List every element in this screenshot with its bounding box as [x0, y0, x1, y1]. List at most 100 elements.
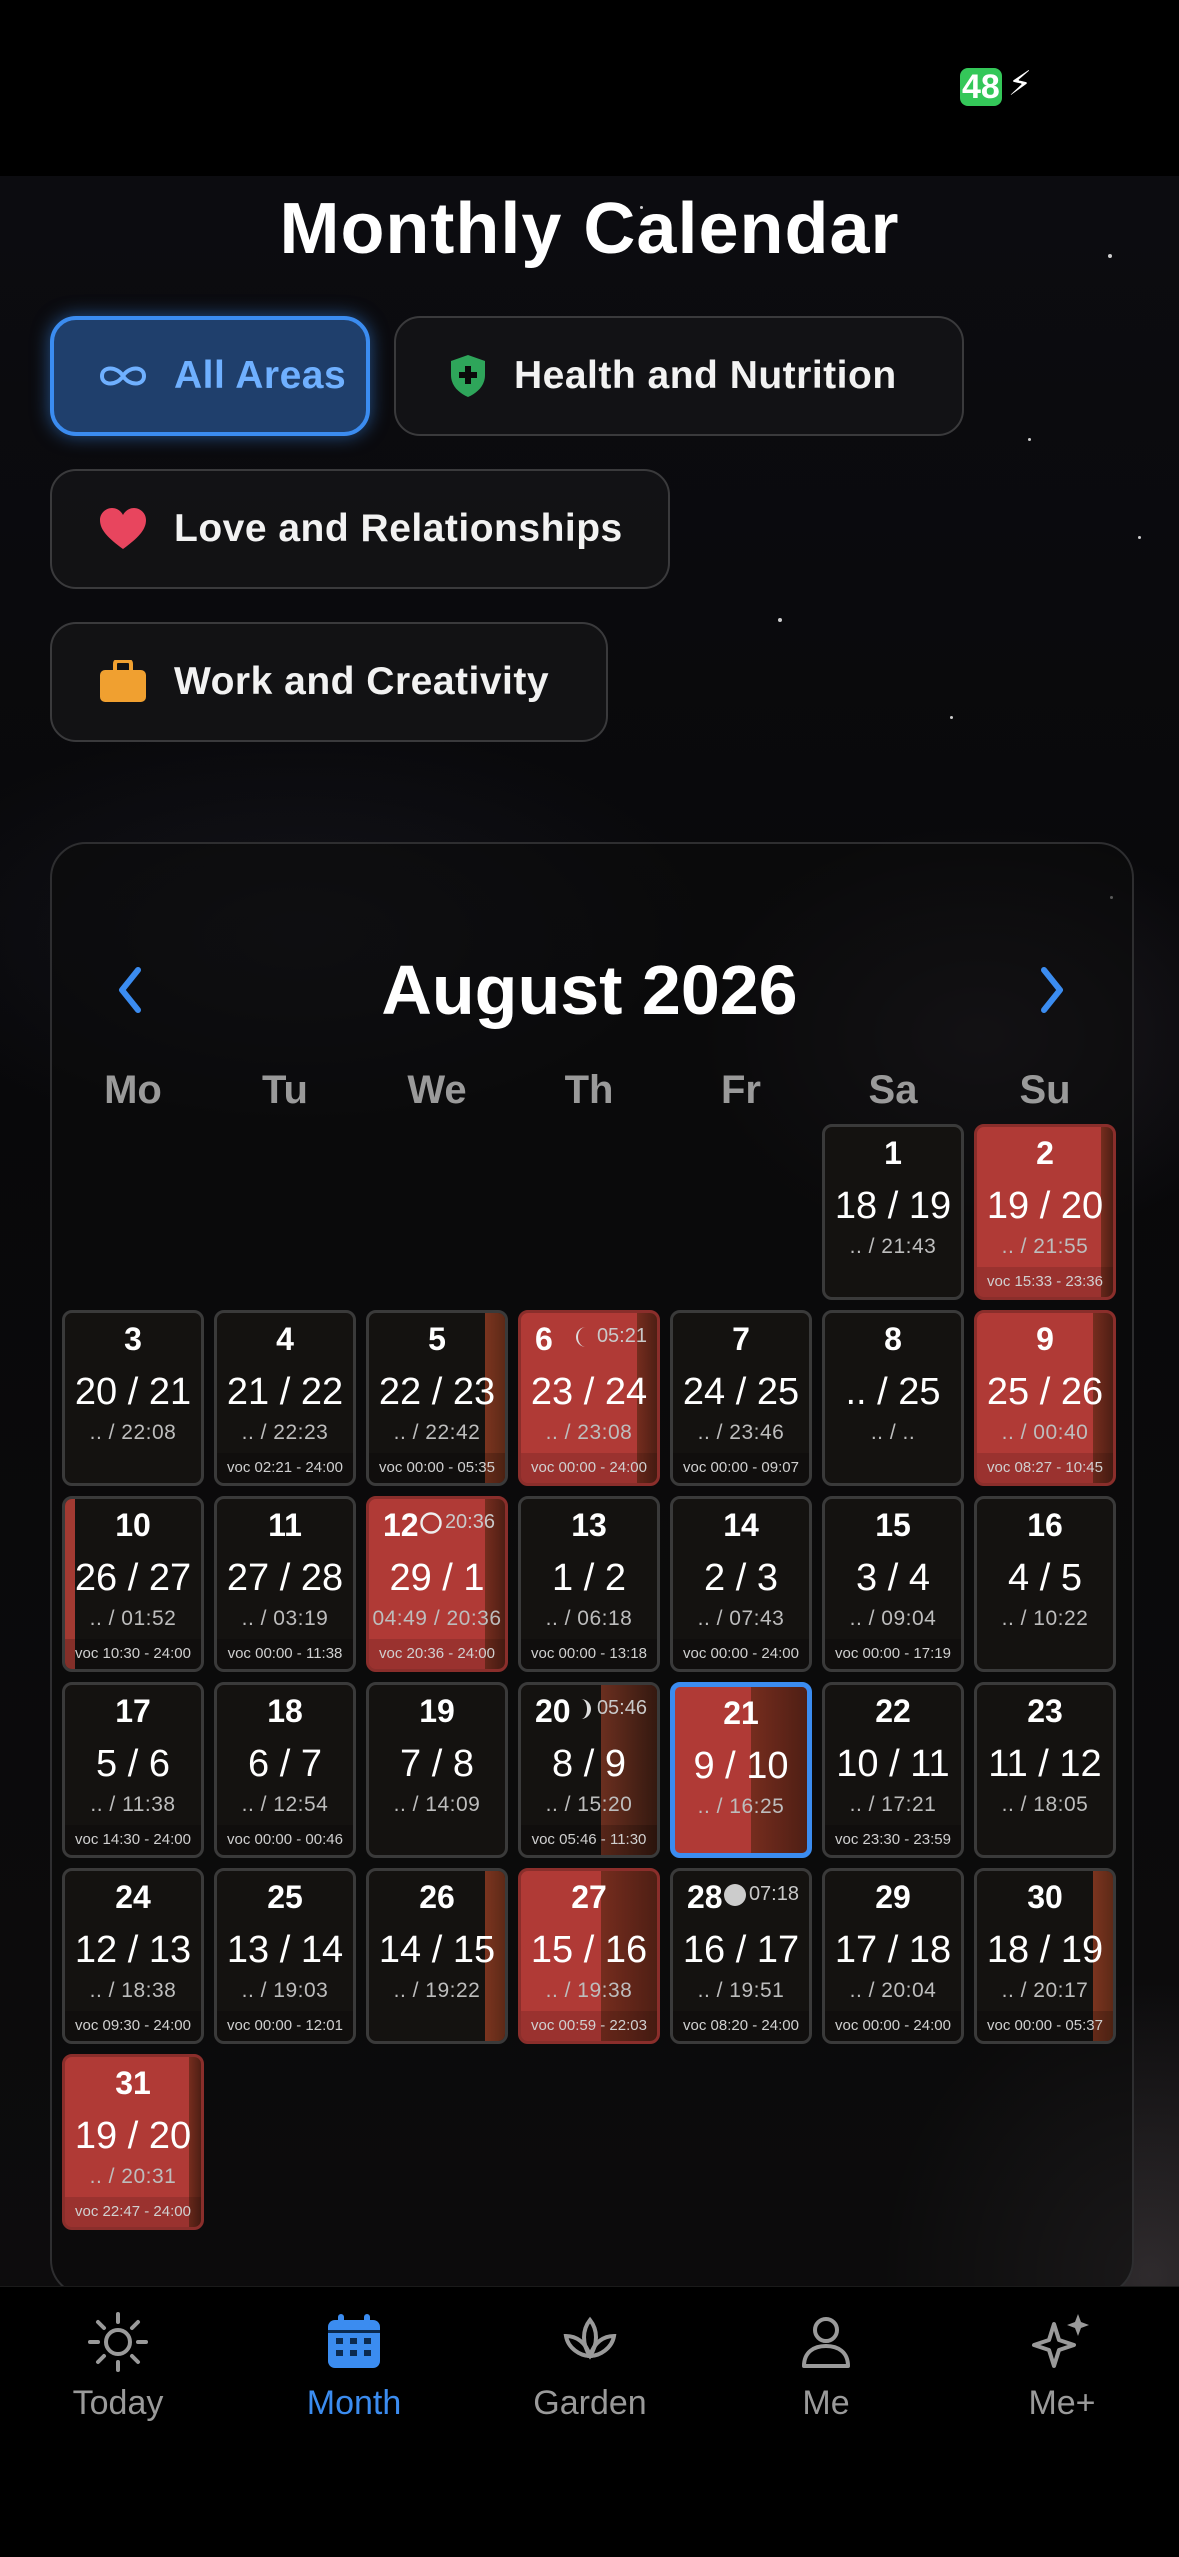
lunar-day-times: .. / 19:51	[697, 1979, 785, 2002]
day-number: 3	[124, 1321, 142, 1357]
day-cell-8[interactable]: 8 .. / 25 .. / ..	[822, 1310, 964, 1486]
void-of-course: voc 00:00 - 05:35	[369, 1453, 505, 1483]
lunar-day-times: .. / 19:03	[241, 1979, 329, 2002]
lunar-days: 25 / 26	[986, 1371, 1104, 1413]
filter-label: All Areas	[174, 354, 347, 397]
tab-today[interactable]: Today	[18, 2310, 218, 2423]
day-cell-23[interactable]: 23 11 / 12 .. / 18:05	[974, 1682, 1116, 1858]
void-of-course: voc 00:00 - 05:37	[977, 2011, 1113, 2041]
day-number: 8	[884, 1321, 902, 1357]
day-cell-6[interactable]: 6 05:21 23 / 24 .. / 23:08 voc 00:00 - 24:00	[518, 1310, 660, 1486]
lunar-day-times: .. / 23:46	[697, 1421, 785, 1444]
day-cell-27[interactable]: 27 15 / 16 .. / 19:38 voc 00:59 - 22:03	[518, 1868, 660, 2044]
tab-me-plus[interactable]: Me+	[962, 2310, 1162, 2423]
lunar-day-times: .. / 16:25	[697, 1795, 785, 1818]
day-number: 14	[723, 1507, 759, 1543]
day-number: 7	[732, 1321, 750, 1357]
day-cell-22[interactable]: 22 10 / 11 .. / 17:21 voc 23:30 - 23:59	[822, 1682, 964, 1858]
day-cell-31[interactable]: 31 19 / 20 .. / 20:31 voc 22:47 - 24:00	[62, 2054, 204, 2230]
day-number: 13	[571, 1507, 607, 1543]
void-of-course: voc 20:36 - 24:00	[369, 1639, 505, 1669]
infinity-icon	[98, 362, 148, 390]
lunar-day-times: .. / 23:08	[545, 1421, 633, 1444]
tab-month[interactable]: Month	[254, 2310, 454, 2423]
day-cell-14[interactable]: 14 2 / 3 .. / 07:43 voc 00:00 - 24:00	[670, 1496, 812, 1672]
day-cell-28[interactable]: 28 07:18 16 / 17 .. / 19:51 voc 08:20 - 24:0…	[670, 1868, 812, 2044]
day-cell-16[interactable]: 16 4 / 5 .. / 10:22	[974, 1496, 1116, 1672]
day-cell-5[interactable]: 5 22 / 23 .. / 22:42 voc 00:00 - 05:35	[366, 1310, 508, 1486]
day-number: 29	[875, 1879, 911, 1915]
day-cell-2[interactable]: 2 19 / 20 .. / 21:55 voc 15:33 - 23:36	[974, 1124, 1116, 1300]
day-cell-15[interactable]: 15 3 / 4 .. / 09:04 voc 00:00 - 17:19	[822, 1496, 964, 1672]
lunar-days: 19 / 20	[74, 2115, 192, 2157]
lunar-days: 5 / 6	[96, 1743, 170, 1785]
lunar-days: 18 / 19	[986, 1929, 1104, 1971]
day-cell-3[interactable]: 3 20 / 21 .. / 22:08	[62, 1310, 204, 1486]
void-of-course: voc 14:30 - 24:00	[65, 1825, 201, 1855]
lunar-day-times: .. / 12:54	[241, 1793, 329, 1816]
lunar-day-times: .. / 22:42	[393, 1421, 481, 1444]
void-of-course: voc 00:00 - 00:46	[217, 1825, 353, 1855]
void-of-course: voc 00:00 - 13:18	[521, 1639, 657, 1669]
day-cell-11[interactable]: 11 27 / 28 .. / 03:19 voc 00:00 - 11:38	[214, 1496, 356, 1672]
day-cell-7[interactable]: 7 24 / 25 .. / 23:46 voc 00:00 - 09:07	[670, 1310, 812, 1486]
tab-label: Me+	[1028, 2384, 1096, 2422]
day-cell-9[interactable]: 9 25 / 26 .. / 00:40 voc 08:27 - 10:45	[974, 1310, 1116, 1486]
void-of-course: voc 00:00 - 12:01	[217, 2011, 353, 2041]
next-month-button[interactable]	[1032, 962, 1072, 1018]
day-cell-30[interactable]: 30 18 / 19 .. / 20:17 voc 00:00 - 05:37	[974, 1868, 1116, 2044]
day-cell-26[interactable]: 26 14 / 15 .. / 19:22	[366, 1868, 508, 2044]
lunar-days: .. / 25	[845, 1371, 941, 1413]
lunar-day-times: .. / 22:08	[89, 1421, 177, 1444]
day-cell-13[interactable]: 13 1 / 2 .. / 06:18 voc 00:00 - 13:18	[518, 1496, 660, 1672]
tab-me[interactable]: Me	[726, 2310, 926, 2423]
day-cell-19[interactable]: 19 7 / 8 .. / 14:09	[366, 1682, 508, 1858]
weekday-label: Mo	[104, 1068, 162, 1112]
lunar-days: 16 / 17	[682, 1929, 800, 1971]
lunar-days: 27 / 28	[226, 1557, 344, 1599]
weekday-label: Th	[564, 1068, 614, 1112]
day-cell-18[interactable]: 18 6 / 7 .. / 12:54 voc 00:00 - 00:46	[214, 1682, 356, 1858]
day-number: 24	[115, 1879, 151, 1915]
void-of-course: voc 00:00 - 24:00	[825, 2011, 961, 2041]
lunar-days: 29 / 1	[389, 1557, 485, 1599]
day-cell-24[interactable]: 24 12 / 13 .. / 18:38 voc 09:30 - 24:00	[62, 1868, 204, 2044]
day-cell-21[interactable]: 21 9 / 10 .. / 16:25	[670, 1682, 812, 1858]
lunar-days: 18 / 19	[834, 1185, 952, 1227]
day-cell-29[interactable]: 29 17 / 18 .. / 20:04 voc 00:00 - 24:00	[822, 1868, 964, 2044]
day-number: 31	[115, 2065, 151, 2101]
lunar-days: 2 / 3	[704, 1557, 778, 1599]
lunar-day-times: .. / 07:43	[697, 1607, 785, 1630]
lunar-day-times: .. / 18:38	[89, 1979, 177, 2002]
filter-all-areas[interactable]: All Areas	[50, 316, 370, 436]
lunar-days: 1 / 2	[552, 1557, 626, 1599]
day-cell-4[interactable]: 4 21 / 22 .. / 22:23 voc 02:21 - 24:00	[214, 1310, 356, 1486]
filter-work-creativity[interactable]: Work and Creativity	[50, 622, 608, 742]
filter-health-nutrition[interactable]: Health and Nutrition	[394, 316, 964, 436]
lunar-day-times: .. / 22:23	[241, 1421, 329, 1444]
day-cell-20[interactable]: 20 05:46 8 / 9 .. / 15:20 voc 05:46 - 11:30	[518, 1682, 660, 1858]
day-number: 11	[268, 1507, 302, 1543]
day-cell-25[interactable]: 25 13 / 14 .. / 19:03 voc 00:00 - 12:01	[214, 1868, 356, 2044]
day-number: 19	[419, 1693, 455, 1729]
day-number: 25	[267, 1879, 303, 1915]
day-cell-17[interactable]: 17 5 / 6 .. / 11:38 voc 14:30 - 24:00	[62, 1682, 204, 1858]
calendar-icon	[328, 2314, 380, 2368]
weekday-label: Fr	[721, 1068, 761, 1112]
lunar-days: 17 / 18	[834, 1929, 952, 1971]
day-cell-1[interactable]: 1 18 / 19 .. / 21:43	[822, 1124, 964, 1300]
tab-garden[interactable]: Garden	[490, 2310, 690, 2423]
filter-love-relationships[interactable]: Love and Relationships	[50, 469, 670, 589]
day-number: 18	[267, 1693, 303, 1729]
moon-phase-waning-icon	[571, 1325, 595, 1349]
lunar-days: 14 / 15	[378, 1929, 496, 1971]
moon-phase-time: 05:21	[596, 1325, 647, 1347]
day-cell-10[interactable]: 10 26 / 27 .. / 01:52 voc 10:30 - 24:00	[62, 1496, 204, 1672]
lunar-day-times: .. / 20:04	[849, 1979, 937, 2002]
day-number: 12	[383, 1507, 419, 1543]
lunar-days: 11 / 12	[988, 1743, 1102, 1785]
day-number: 1	[884, 1135, 902, 1171]
day-number: 23	[1027, 1693, 1063, 1729]
lunar-days: 26 / 27	[74, 1557, 192, 1599]
day-cell-12[interactable]: 12 20:36 29 / 1 04:49 / 20:36 voc 20:36 - 24…	[366, 1496, 508, 1672]
